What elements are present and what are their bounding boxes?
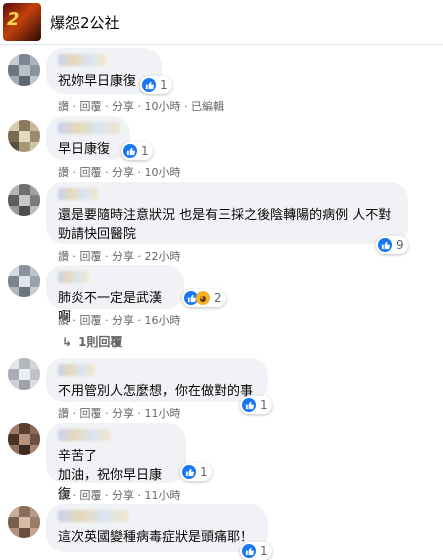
commenter-name[interactable] [58, 510, 128, 522]
timestamp[interactable]: 16小時 [145, 314, 181, 327]
edited-label: 已編輯 [191, 100, 224, 113]
comment-actions: 讚 · 回覆 · 分享 · 10小時 · 已編輯 [58, 100, 224, 113]
reaction-count[interactable]: 1 [121, 142, 153, 160]
like-link[interactable]: 讚 [58, 100, 69, 113]
timestamp[interactable]: 11小時 [145, 489, 181, 502]
like-link[interactable]: 讚 [58, 314, 69, 327]
share-link[interactable]: 分享 [112, 100, 134, 113]
reaction-count[interactable]: 1 [140, 76, 172, 94]
comment-bubble: 這次英國變種病毒症狀是頭痛耶！ [46, 504, 268, 552]
like-link[interactable]: 讚 [58, 166, 69, 179]
like-link[interactable]: 讚 [58, 407, 69, 420]
comment-text: 不用管別人怎麼想，你在做對的事 [58, 384, 254, 399]
commenter-name[interactable] [58, 429, 110, 441]
reply-link[interactable]: 回覆 [80, 407, 102, 420]
share-link[interactable]: 分享 [112, 166, 134, 179]
comment-text: 祝妳早日康復 [58, 74, 137, 89]
reply-link[interactable]: 回覆 [80, 314, 102, 327]
reply-link[interactable]: 回覆 [80, 166, 102, 179]
like-link[interactable]: 讚 [58, 489, 69, 502]
avatar[interactable] [8, 423, 40, 455]
comment-actions: 讚 · 回覆 · 分享 · 10小時 [58, 166, 181, 179]
share-link[interactable]: 分享 [112, 314, 134, 327]
like-reaction-icon [242, 398, 256, 412]
reply-link[interactable]: 回覆 [80, 489, 102, 502]
comment-actions: 讚 · 回覆 · 分享 · 22小時 [58, 250, 181, 263]
comment-actions: 讚 · 回覆 · 分享 · 16小時 [58, 314, 181, 327]
comment-text: 早日康復 [58, 142, 111, 157]
share-link[interactable]: 分享 [112, 489, 134, 502]
avatar[interactable] [8, 184, 40, 216]
timestamp[interactable]: 22小時 [145, 250, 181, 263]
timestamp[interactable]: 11小時 [145, 407, 181, 420]
commenter-name[interactable] [58, 271, 88, 283]
like-reaction-icon [182, 465, 196, 479]
comment-actions: 讚 · 回覆 · 分享 · 11小時 [58, 407, 181, 420]
comment-bubble: 還是要隨時注意狀況 也是有三採之後陰轉陽的病例 人不對勁請快回醫院 [46, 182, 408, 244]
avatar[interactable] [8, 54, 40, 86]
avatar[interactable] [8, 358, 40, 390]
reaction-count[interactable]: 1 [180, 463, 212, 481]
comment-bubble: 不用管別人怎麼想，你在做對的事 [46, 358, 268, 402]
commenter-name[interactable] [58, 122, 120, 134]
group-header: 2 爆怨2公社 [0, 0, 443, 45]
reaction-count[interactable]: 9 [376, 236, 408, 254]
reply-link[interactable]: 回覆 [80, 250, 102, 263]
view-replies-link[interactable]: ↳ 1則回覆 [62, 333, 122, 350]
comment-text: 還是要隨時注意狀況 也是有三採之後陰轉陽的病例 人不對勁請快回醫院 [58, 208, 392, 242]
commenter-name[interactable] [58, 54, 106, 66]
comment-actions: 讚 · 回覆 · 分享 · 11小時 [58, 489, 181, 502]
like-reaction-icon [123, 144, 137, 158]
comment-bubble: 早日康復 [46, 116, 130, 160]
avatar[interactable] [8, 265, 40, 297]
avatar[interactable] [8, 506, 40, 538]
comment-text: 這次英國變種病毒症狀是頭痛耶！ [58, 530, 254, 545]
group-name[interactable]: 爆怨2公社 [50, 12, 120, 33]
timestamp[interactable]: 10小時 [145, 166, 181, 179]
share-link[interactable]: 分享 [112, 250, 134, 263]
like-reaction-icon [142, 78, 156, 92]
comment-bubble: 辛苦了 加油，祝你早日康復 [46, 423, 186, 502]
reply-arrow-icon: ↳ [62, 334, 73, 349]
share-link[interactable]: 分享 [112, 407, 134, 420]
reaction-count[interactable]: 1 [240, 542, 272, 560]
haha-reaction-icon: ◕ [196, 291, 210, 305]
avatar[interactable] [8, 120, 40, 152]
like-reaction-icon [242, 544, 256, 558]
commenter-name[interactable] [58, 188, 98, 200]
reaction-count[interactable]: 1 [240, 396, 272, 414]
timestamp[interactable]: 10小時 [145, 100, 181, 113]
group-avatar[interactable]: 2 [3, 3, 41, 41]
commenter-name[interactable] [58, 364, 94, 376]
comment-bubble: 肺炎不一定是武漢啊 [46, 265, 184, 325]
like-link[interactable]: 讚 [58, 250, 69, 263]
reaction-count[interactable]: ◕ 2 [182, 289, 226, 307]
like-reaction-icon [378, 238, 392, 252]
reply-link[interactable]: 回覆 [80, 100, 102, 113]
